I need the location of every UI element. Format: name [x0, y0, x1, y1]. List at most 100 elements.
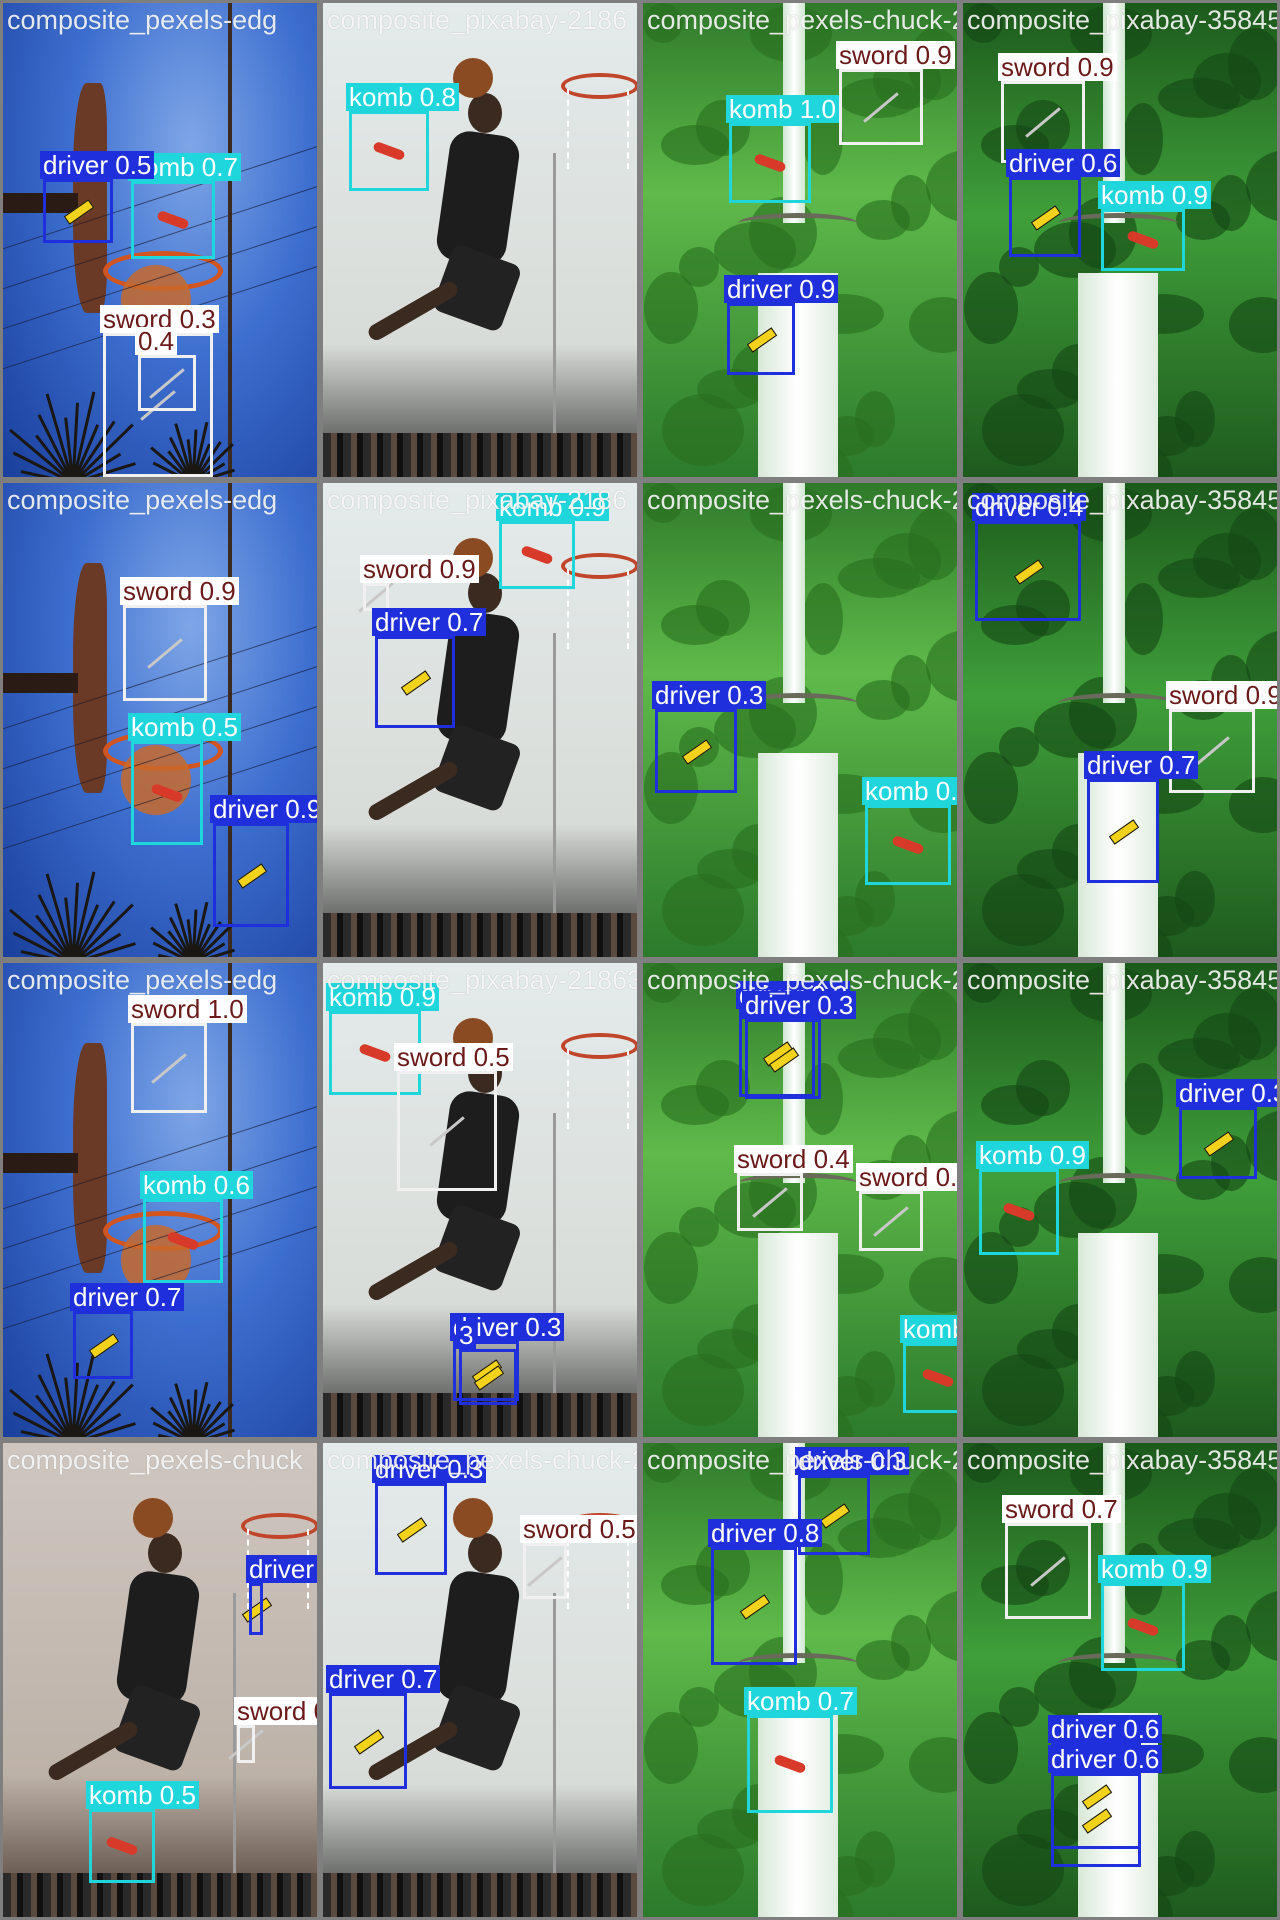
mosaic-tile: composite_pixabay-358457_16.pngsword 0.9…	[960, 0, 1280, 480]
detection-mosaic: composite_pexels-edg komb 0.7 driver 0.5 sw…	[0, 0, 1280, 1920]
backboard	[73, 563, 107, 793]
sword-detection-box	[131, 1023, 207, 1113]
sword-detection-box	[397, 1071, 497, 1191]
sword-detection-label: sword 0.5	[520, 1515, 637, 1543]
crowd	[323, 913, 637, 957]
bridge	[1058, 693, 1178, 714]
upper-falls	[783, 483, 805, 703]
komb-detection-label: komb 0.7	[900, 1315, 957, 1343]
komb-detection-label: komb 0.9	[1098, 1555, 1211, 1583]
driver-detection-box	[375, 636, 455, 728]
driver-detection-box	[975, 521, 1081, 621]
komb-detection-label: komb 0.9	[326, 983, 439, 1011]
lower-falls	[758, 753, 838, 957]
driver-detection-label: driver 0.7	[326, 1665, 441, 1693]
upper-falls	[1103, 963, 1125, 1183]
driver-detection-box	[1051, 1773, 1141, 1867]
sword-detection-label: sword 0.5	[394, 1043, 513, 1071]
driver-detection-label: driver 0.3	[1176, 1079, 1277, 1107]
mosaic-tile: composite_pexels-edg komb 0.7 driver 0.5 sw…	[0, 0, 320, 480]
sword-detection-label: sword 0.9	[360, 555, 479, 583]
sword-detection-box	[839, 69, 923, 145]
bridge	[738, 213, 858, 234]
driver-detection-box	[43, 179, 113, 243]
komb-detection-box	[979, 1169, 1059, 1255]
crowd	[3, 1873, 317, 1917]
driver-detection-label: driver 0.3	[652, 681, 767, 709]
ball	[453, 1498, 493, 1538]
sword-detection-box	[737, 1173, 803, 1231]
backboard	[73, 1043, 107, 1273]
komb-detection-label: komb 1.0	[726, 95, 839, 123]
sword-detection-label: sword 0.9	[998, 53, 1117, 81]
mosaic-tile: composite_pixabay-2186 komb 0.9 sword 0.9 d…	[320, 480, 640, 960]
sword-detection-label: sword 0.7	[234, 1697, 317, 1725]
driver-detection-box	[745, 1019, 821, 1099]
mosaic-tile: composite_pexels-edg sword 0.9 komb 0.5 dri…	[0, 480, 320, 960]
bridge	[1058, 1173, 1178, 1194]
driver-detection-label: 3	[456, 1321, 477, 1349]
player-torso	[434, 128, 522, 268]
mosaic-tile: composite_pexels-chuck-2834917_17.pngdri…	[640, 480, 960, 960]
sword-detection-box	[138, 355, 196, 411]
crowd	[323, 433, 637, 477]
driver-detection-box	[249, 1583, 263, 1635]
mosaic-tile: composite_pexels-chuck-2834917_20.pngdri…	[640, 960, 960, 1440]
driver-detection-label: driver 0.3	[795, 1447, 910, 1475]
komb-detection-label: komb 0.7	[862, 777, 957, 805]
driver-detection-label: driver 0.9	[724, 275, 839, 303]
mosaic-tile: composite_pexels-chuck-2834917_16.pngdri…	[320, 1440, 640, 1920]
driver-detection-label: driver 0.6	[1006, 149, 1121, 177]
sword-detection-label: sword 0.4	[734, 1145, 853, 1173]
lower-falls	[1078, 1233, 1158, 1437]
driver-detection-label: driver 0.7	[70, 1283, 185, 1311]
komb-detection-box	[131, 181, 215, 259]
tree-silhouette	[150, 1381, 236, 1437]
driver-detection-box	[375, 1483, 447, 1575]
upper-falls	[1103, 483, 1125, 703]
driver-detection-box	[655, 709, 737, 793]
driver-detection-box	[727, 303, 795, 375]
komb-detection-box	[349, 111, 429, 191]
komb-detection-box	[865, 805, 951, 885]
sword-detection-label: sword 0.9	[120, 577, 239, 605]
sword-detection-box	[523, 1543, 567, 1599]
komb-detection-box	[903, 1343, 957, 1413]
driver-detection-label: driver 0.3	[742, 991, 857, 1019]
komb-detection-label: komb 0.5	[86, 1781, 199, 1809]
komb-detection-box	[747, 1715, 833, 1813]
driver-detection-label: driver 0.3	[372, 1455, 487, 1483]
driver-detection-box	[459, 1349, 517, 1405]
komb-detection-box	[89, 1809, 155, 1883]
sword-detection-box	[859, 1191, 923, 1251]
driver-detection-box	[711, 1547, 797, 1665]
mosaic-tile: composite_pixabay-358457_08.pngdriver 0.…	[960, 480, 1280, 960]
driver-detection-label: driver 0.7	[372, 608, 487, 636]
sword-detection-label: sword 0.9	[836, 41, 955, 69]
sword-detection-label: sword 0.7	[1002, 1495, 1121, 1523]
driver-detection-label: driver 0.6	[1048, 1745, 1163, 1773]
komb-detection-label: komb 0.6	[140, 1171, 253, 1199]
driver-detection-label: driver 0.9	[210, 795, 317, 823]
sword-detection-box	[123, 605, 207, 701]
komb-detection-box	[499, 521, 575, 589]
komb-detection-label: komb 0.7	[744, 1687, 857, 1715]
ball	[133, 1498, 173, 1538]
komb-detection-label: komb 0.5	[128, 713, 241, 741]
komb-detection-box	[1101, 209, 1185, 271]
player-head	[148, 1533, 182, 1573]
komb-detection-label: komb 0.9	[976, 1141, 1089, 1169]
mosaic-tile: composite_pexels-chuck-2834917_04.pngswo…	[640, 0, 960, 480]
sword-detection-label: sword 0.9	[1166, 681, 1277, 709]
sword-detection-box	[1005, 1523, 1091, 1619]
player-head	[468, 93, 502, 133]
komb-detection-label: komb 0.8	[346, 83, 459, 111]
driver-detection-label: driver 0.5	[40, 151, 155, 179]
ball	[453, 58, 493, 98]
driver-detection-label: driver 0.8	[708, 1519, 823, 1547]
photo-basketball-dunk	[3, 1443, 317, 1917]
komb-detection-label: komb 0.9	[1098, 181, 1211, 209]
driver-detection-box	[1179, 1107, 1257, 1179]
player-head	[468, 1533, 502, 1573]
player-torso	[114, 1568, 202, 1708]
